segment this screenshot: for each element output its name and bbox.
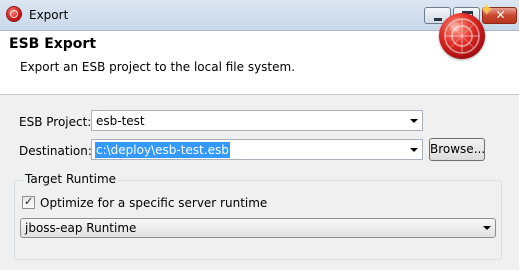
chevron-down-icon[interactable] <box>410 119 418 123</box>
esb-project-combo[interactable]: esb-test <box>91 110 423 131</box>
checkmark-icon: ✓ <box>24 195 34 208</box>
runtime-value: jboss-eap Runtime <box>25 221 137 235</box>
banner-title: ESB Export <box>9 36 97 52</box>
optimize-runtime-checkbox[interactable]: ✓ <box>22 195 35 209</box>
chevron-down-icon[interactable] <box>483 226 491 230</box>
esb-export-wizard-icon <box>439 13 485 59</box>
optimize-runtime-label[interactable]: Optimize for a specific server runtime <box>40 196 267 210</box>
chevron-down-icon[interactable] <box>410 148 418 152</box>
esb-project-label: ESB Project: <box>19 115 92 129</box>
destination-combo[interactable]: c:\deploy\esb-test.esb <box>91 139 423 160</box>
sparkle-icon: ✦ <box>480 0 494 19</box>
destination-value[interactable]: c:\deploy\esb-test.esb <box>95 142 230 158</box>
window-title: Export <box>29 8 69 22</box>
export-dialog: Export ✕ ESB Export Export an ESB projec… <box>0 0 519 270</box>
runtime-select[interactable]: jboss-eap Runtime <box>20 218 496 238</box>
esb-project-value: esb-test <box>96 114 145 128</box>
app-icon <box>7 7 21 21</box>
target-runtime-group-title: Target Runtime <box>23 172 119 186</box>
banner-description: Export an ESB project to the local file … <box>20 60 296 74</box>
destination-label: Destination: <box>19 144 92 158</box>
browse-button[interactable]: Browse... <box>429 138 485 161</box>
